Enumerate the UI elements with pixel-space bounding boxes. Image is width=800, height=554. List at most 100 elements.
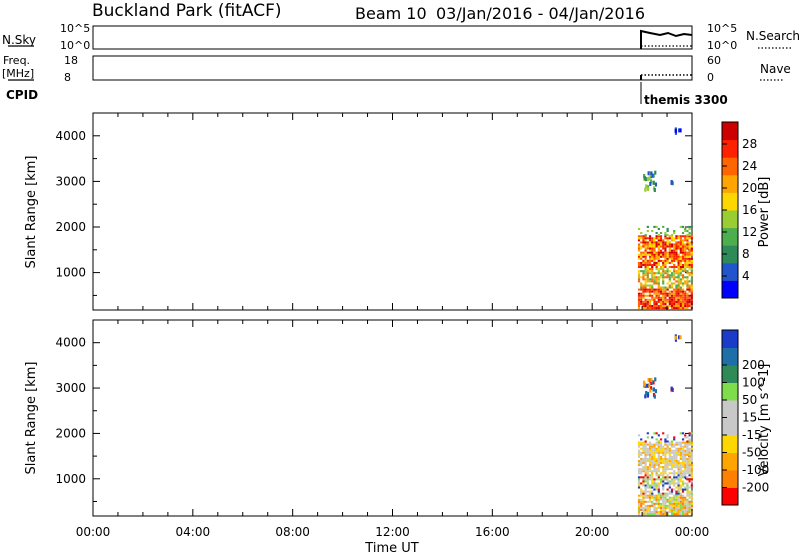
power-cell [662,304,665,308]
velocity-cell [657,498,660,501]
colorbar-segment [722,210,738,229]
power-cell [655,296,658,299]
velocity-cell [677,498,680,501]
velocity-cell [648,506,652,509]
velocity-cell [657,482,660,485]
power-cell [651,307,654,310]
velocity-cell [650,378,653,383]
power-cell [637,302,641,305]
power-cell [642,259,645,262]
power-cell [640,276,643,279]
velocity-cell [642,511,645,514]
velocity-cell [655,464,658,467]
power-cell [684,247,687,250]
power-cell [642,284,645,287]
power-cell [651,296,654,299]
velocity-cell [655,470,658,473]
velocity-cell [640,443,643,446]
velocity-cell [679,455,682,458]
velocity-cell [681,462,685,465]
velocity-cell [677,447,680,450]
velocity-cell [679,500,682,503]
power-cell [664,300,667,303]
power-cell [640,241,643,244]
velocity-cell [646,506,649,509]
power-cell [662,292,665,295]
velocity-cell [684,470,687,473]
power-cell [666,298,669,301]
power-cell [653,253,656,256]
power-cell [668,241,671,244]
power-cell [646,298,649,301]
velocity-cell [675,498,678,501]
power-cell [659,274,663,277]
velocity-cell [659,459,663,463]
velocity-cell [677,453,680,456]
velocity-cell [675,464,678,467]
power-cell [653,263,656,266]
velocity-cell [686,464,689,467]
velocity-cell [688,474,691,477]
power-cell [644,234,647,237]
power-cell [651,286,654,289]
power-cell [684,229,687,233]
velocity-cell [648,383,651,388]
colorbar-tick-label: 50 [742,393,757,407]
power-cell [649,181,652,186]
velocity-cell [640,476,643,479]
power-cell [637,294,641,297]
velocity-cell [646,436,649,439]
velocity-cell [681,438,685,441]
velocity-cell [646,468,649,471]
power-cell [670,245,674,248]
power-cell [644,282,647,285]
power-cell [659,237,663,240]
velocity-cell [659,513,663,516]
velocity-cell [686,451,689,454]
power-cell [637,227,641,230]
velocity-cell [668,484,671,487]
power-cell [670,239,674,242]
power-cell [662,239,665,242]
velocity-cell [681,484,685,487]
velocity-cell [642,447,645,450]
power-cell [670,261,674,264]
velocity-cell [642,443,645,446]
velocity-cell [662,451,665,454]
power-cell [688,243,691,246]
velocity-cell [666,440,669,443]
velocity-cell [640,459,643,463]
velocity-cell [642,498,645,501]
velocity-cell [684,498,687,501]
velocity-cell [648,513,652,516]
power-cell [686,280,689,283]
velocity-cell [651,447,654,450]
power-cell [640,247,643,250]
power-cell [644,268,647,271]
velocity-cell [681,506,685,509]
velocity-cell [670,482,674,485]
power-cell [688,241,691,244]
velocity-cell [662,476,665,479]
velocity-cell [655,484,658,487]
power-cell [684,265,687,269]
power-cell [659,251,663,254]
power-cell [666,227,669,230]
velocity-cell [675,513,678,516]
power-cell [679,245,682,248]
power-cell [664,251,667,254]
velocity-cell [681,474,685,477]
velocity-cell [644,476,647,479]
rti-plot: Buckland Park (fitACF) Beam 10 03/Jan/20… [2,1,800,554]
velocity-cell [686,449,689,452]
power-cell [681,232,685,235]
velocity-cell [686,476,689,479]
power-cell [673,272,676,275]
velocity-cell [670,459,674,463]
power-cell [662,307,665,310]
power-cell [688,288,691,291]
power-cell [679,241,682,244]
power-cell [644,278,647,281]
power-cell [675,288,678,291]
power-cell [668,294,671,297]
